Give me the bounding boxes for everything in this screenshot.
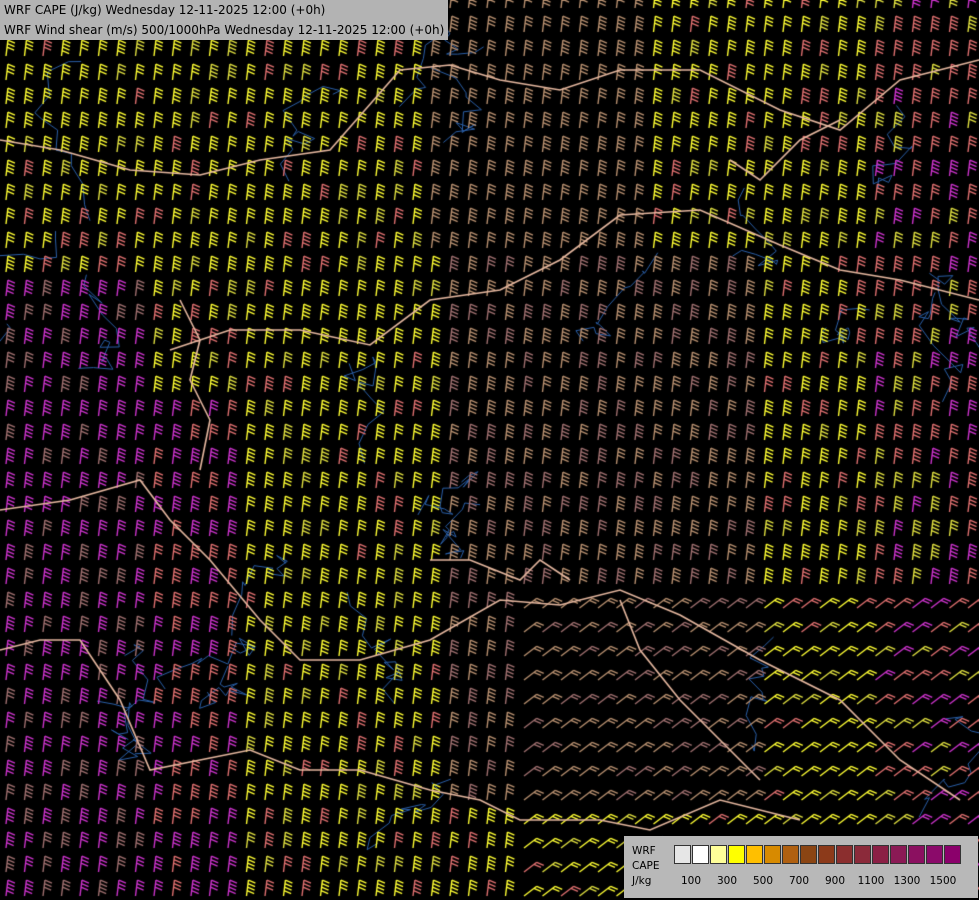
legend-tick-label: 500 <box>752 875 774 887</box>
legend-swatch <box>926 845 943 864</box>
title-line-wind-shear: WRF Wind shear (m/s) 500/1000hPa Wednesd… <box>4 23 445 37</box>
legend-swatch <box>944 845 961 864</box>
legend-tick-label: 1100 <box>857 875 885 887</box>
legend-swatch <box>854 845 871 864</box>
legend-swatch <box>710 845 727 864</box>
legend-tick-label: 1300 <box>893 875 921 887</box>
legend-swatch <box>692 845 709 864</box>
legend-swatch <box>728 845 745 864</box>
title-line-cape: WRF CAPE (J/kg) Wednesday 12-11-2025 12:… <box>4 3 326 17</box>
legend-swatch <box>890 845 907 864</box>
legend-swatch <box>800 845 817 864</box>
legend-swatch <box>872 845 889 864</box>
legend-tick-label: 300 <box>716 875 738 887</box>
legend-label-variable: CAPE <box>632 860 660 872</box>
legend-swatch <box>836 845 853 864</box>
legend-swatch <box>674 845 691 864</box>
legend-label-unit: J/kg <box>632 875 652 887</box>
legend-label-model: WRF <box>632 845 656 857</box>
wind-shear-cape-map <box>0 0 979 900</box>
legend-tick-label: 100 <box>680 875 702 887</box>
legend-tick-label: 700 <box>788 875 810 887</box>
map-title: WRF CAPE (J/kg) Wednesday 12-11-2025 12:… <box>0 0 449 40</box>
legend-swatch <box>764 845 781 864</box>
legend-tick-label: 900 <box>824 875 846 887</box>
legend-swatch <box>818 845 835 864</box>
legend-swatch <box>746 845 763 864</box>
legend-color-scale <box>674 845 962 864</box>
cape-legend: WRF CAPE J/kg 100 300 500 700 900 1100 1300 150… <box>624 836 978 898</box>
legend-tick-label: 1500 <box>929 875 957 887</box>
legend-swatch <box>908 845 925 864</box>
legend-swatch <box>782 845 799 864</box>
